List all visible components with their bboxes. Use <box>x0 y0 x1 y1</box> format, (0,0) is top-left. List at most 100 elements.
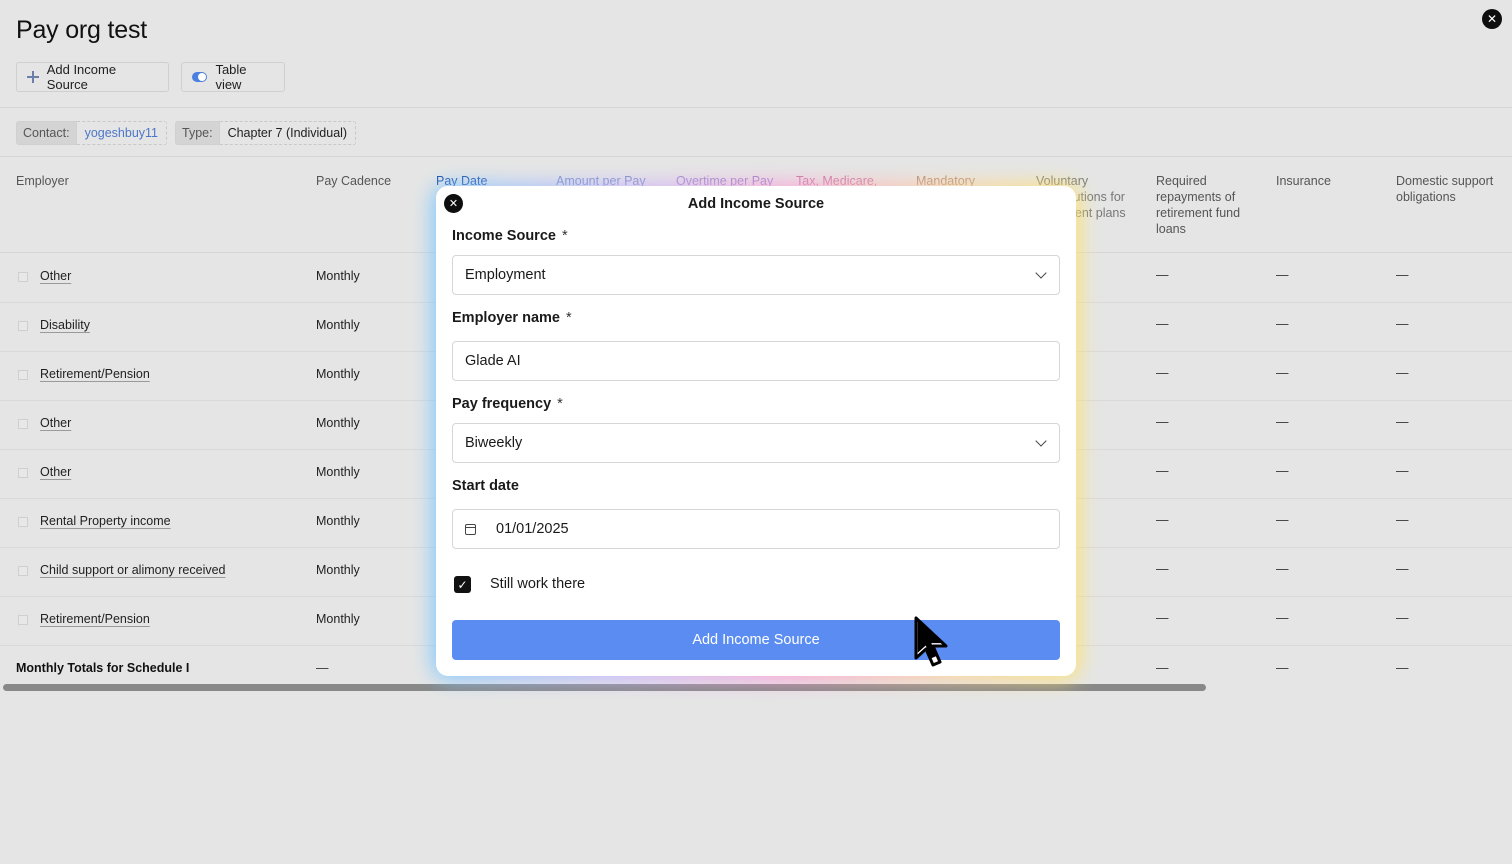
mouse-cursor-icon <box>914 616 948 667</box>
row-empty-value: — <box>1276 366 1289 380</box>
required-mark: * <box>566 310 572 326</box>
table-view-toggle[interactable]: Table view <box>181 62 285 92</box>
row-employer-link[interactable]: Other <box>40 465 71 479</box>
employer-name-label: Employer name * <box>452 310 572 326</box>
row-employer-link[interactable]: Rental Property income <box>40 514 171 528</box>
row-empty-value: — <box>1396 562 1409 576</box>
row-empty-value: — <box>1156 464 1169 478</box>
row-pay-cadence: Monthly <box>316 465 360 479</box>
page-title: Pay org test <box>16 16 147 44</box>
row-pay-cadence: Monthly <box>316 514 360 528</box>
chevron-down-icon <box>1035 435 1047 447</box>
employer-name-label-text: Employer name <box>452 310 560 326</box>
row-employer-link[interactable]: Retirement/Pension <box>40 367 150 381</box>
row-empty-value: — <box>1156 317 1169 331</box>
row-empty-value: — <box>1396 464 1409 478</box>
employer-name-field[interactable]: Glade AI <box>452 341 1060 381</box>
pay-frequency-value: Biweekly <box>465 435 523 451</box>
column-header-pay-cadence[interactable]: Pay Cadence <box>316 173 424 189</box>
header-divider <box>0 107 1512 108</box>
checkmark-icon: ✓ <box>457 577 468 592</box>
row-pay-cadence: Monthly <box>316 367 360 381</box>
row-empty-value: — <box>1396 415 1409 429</box>
row-empty-value: — <box>1396 268 1409 282</box>
totals-insurance-value: — <box>1276 661 1289 675</box>
row-empty-value: — <box>1396 317 1409 331</box>
row-empty-value: — <box>1156 268 1169 282</box>
chevron-down-icon <box>1035 267 1047 279</box>
row-empty-value: — <box>1156 562 1169 576</box>
employer-name-value: Glade AI <box>465 353 521 369</box>
start-date-label: Start date <box>452 478 519 494</box>
pay-frequency-select[interactable]: Biweekly <box>452 423 1060 463</box>
pay-frequency-label: Pay frequency * <box>452 396 563 412</box>
row-empty-value: — <box>1276 464 1289 478</box>
column-header-domestic[interactable]: Domestic support obligations <box>1396 173 1508 205</box>
column-header-required[interactable]: Required repayments of retirement fund l… <box>1156 173 1256 237</box>
pay-frequency-label-text: Pay frequency <box>452 396 552 412</box>
row-empty-value: — <box>1396 611 1409 625</box>
row-empty-value: — <box>1156 366 1169 380</box>
column-header-employer[interactable]: Employer <box>16 173 124 189</box>
close-page-icon[interactable]: ✕ <box>1482 9 1502 29</box>
row-empty-value: — <box>1396 366 1409 380</box>
income-source-label: Income Source * <box>452 228 568 244</box>
row-employer-link[interactable]: Other <box>40 416 71 430</box>
totals-cadence-value: — <box>316 661 329 675</box>
row-employer-link[interactable]: Other <box>40 269 71 283</box>
row-empty-value: — <box>1156 415 1169 429</box>
row-empty-value: — <box>1396 513 1409 527</box>
filter-divider <box>0 156 1512 157</box>
contact-filter-chip[interactable]: Contact: yogeshbuy11 <box>16 121 167 145</box>
totals-label: Monthly Totals for Schedule I <box>16 661 190 675</box>
table-view-label: Table view <box>215 62 247 92</box>
row-empty-value: — <box>1276 415 1289 429</box>
row-employer-link[interactable]: Child support or alimony received <box>40 563 226 577</box>
row-checkbox[interactable] <box>18 615 28 625</box>
row-empty-value: — <box>1156 513 1169 527</box>
add-income-source-modal: ✕ Add Income Source Income Source * Emplo… <box>436 186 1076 676</box>
row-empty-value: — <box>1276 513 1289 527</box>
row-pay-cadence: Monthly <box>316 269 360 283</box>
plus-icon <box>27 71 39 83</box>
add-income-source-submit-button[interactable]: Add Income Source <box>452 620 1060 660</box>
row-checkbox[interactable] <box>18 272 28 282</box>
row-empty-value: — <box>1276 562 1289 576</box>
row-checkbox[interactable] <box>18 566 28 576</box>
required-mark: * <box>561 228 568 244</box>
row-checkbox[interactable] <box>18 321 28 331</box>
row-checkbox[interactable] <box>18 370 28 380</box>
row-employer-link[interactable]: Disability <box>40 318 90 332</box>
still-work-checkbox[interactable]: ✓ <box>454 576 471 593</box>
still-work-label: Still work there <box>490 576 586 592</box>
row-checkbox[interactable] <box>18 517 28 527</box>
column-header-insurance[interactable]: Insurance <box>1276 173 1384 189</box>
row-pay-cadence: Monthly <box>316 318 360 332</box>
totals-domestic-value: — <box>1396 661 1409 675</box>
calendar-icon <box>465 523 476 535</box>
start-date-field[interactable]: 01/01/2025 <box>452 509 1060 549</box>
income-source-value: Employment <box>465 267 546 283</box>
toggle-icon <box>192 72 208 82</box>
income-source-label-text: Income Source <box>452 228 556 244</box>
contact-key: Contact: <box>16 121 77 145</box>
modal-title: Add Income Source <box>687 196 825 212</box>
add-income-source-label: Add Income Source <box>46 62 117 92</box>
contact-value-link[interactable]: yogeshbuy11 <box>76 121 167 145</box>
type-value: Chapter 7 (Individual) <box>219 121 357 145</box>
type-filter-chip[interactable]: Type: Chapter 7 (Individual) <box>175 121 357 145</box>
row-empty-value: — <box>1276 317 1289 331</box>
row-employer-link[interactable]: Retirement/Pension <box>40 612 150 626</box>
row-pay-cadence: Monthly <box>316 563 360 577</box>
row-pay-cadence: Monthly <box>316 612 360 626</box>
row-checkbox[interactable] <box>18 468 28 478</box>
type-key: Type: <box>175 121 220 145</box>
add-income-source-button[interactable]: Add Income Source <box>16 62 169 92</box>
row-empty-value: — <box>1156 611 1169 625</box>
row-pay-cadence: Monthly <box>316 416 360 430</box>
row-checkbox[interactable] <box>18 419 28 429</box>
income-source-select[interactable]: Employment <box>452 255 1060 295</box>
horizontal-scrollbar[interactable] <box>3 684 1206 691</box>
row-empty-value: — <box>1276 268 1289 282</box>
row-empty-value: — <box>1276 611 1289 625</box>
